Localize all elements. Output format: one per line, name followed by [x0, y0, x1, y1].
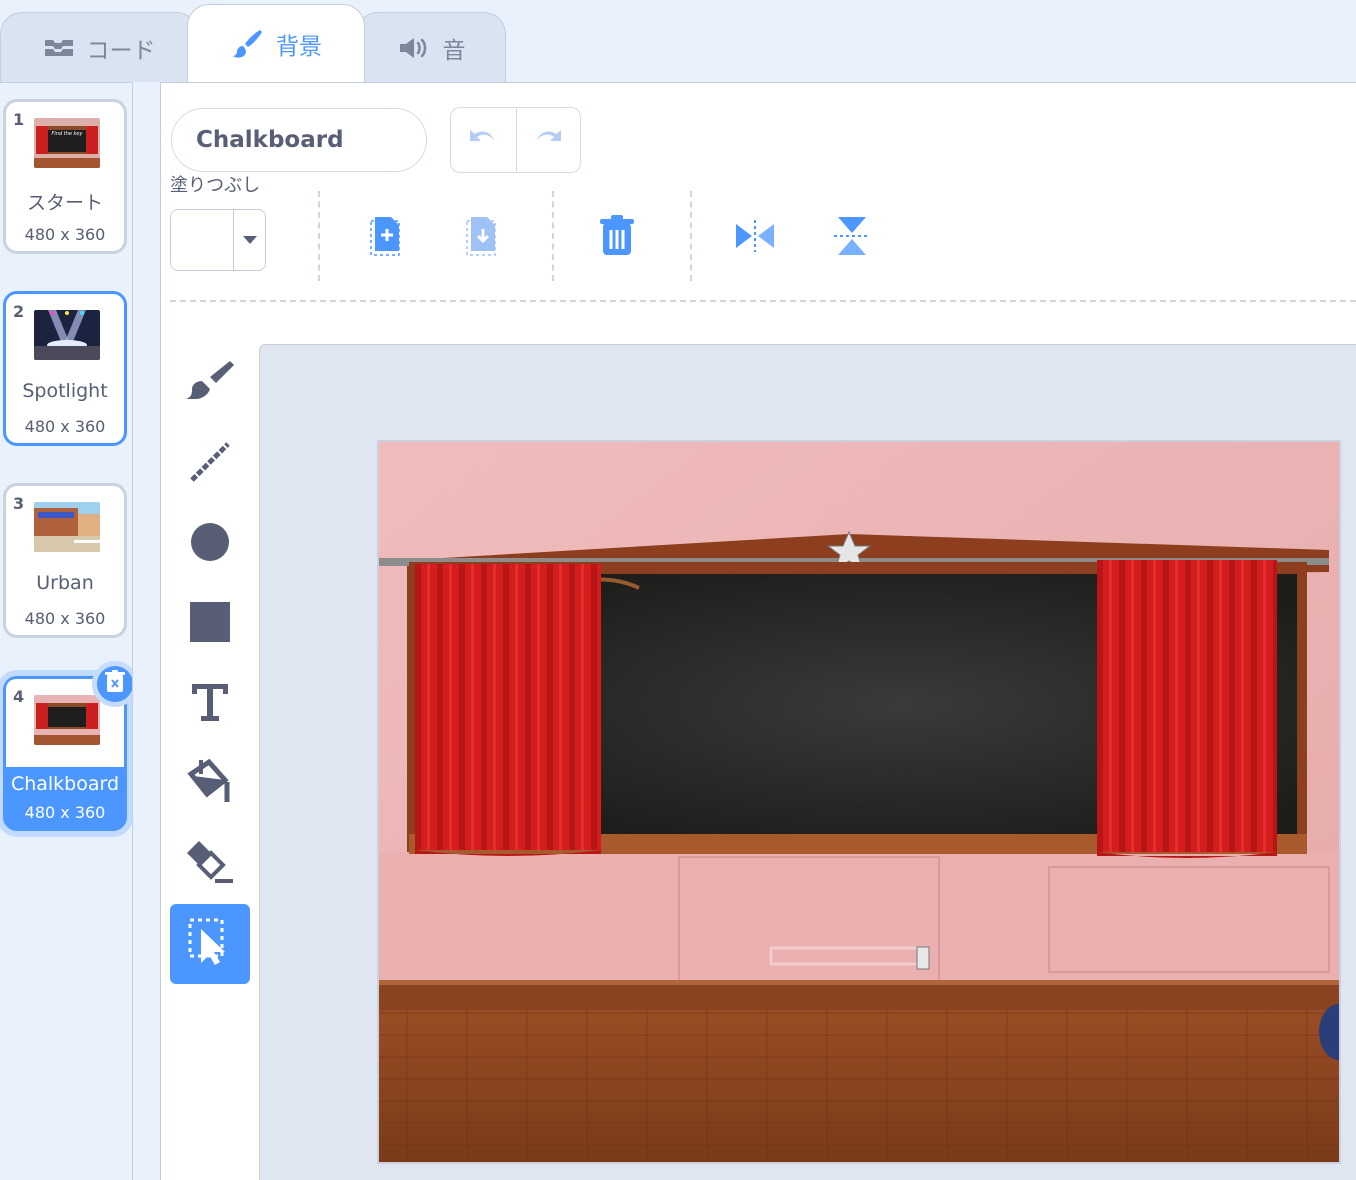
backdrop-number: 3 — [13, 494, 25, 513]
toolbar-divider — [318, 191, 320, 281]
thumbnail-caption: Find the key — [52, 131, 84, 137]
backdrop-item[interactable]: 1 Find the key スタート 480 x 360 — [3, 99, 127, 254]
select-arrow-icon — [187, 917, 233, 971]
fill-color-picker[interactable] — [170, 209, 266, 271]
text-tool[interactable] — [170, 664, 250, 744]
undo-redo-group — [450, 107, 581, 173]
backdrop-thumbnail: Find the key — [34, 118, 100, 168]
backdrop-canvas-image[interactable] — [377, 440, 1341, 1164]
backdrop-size: 480 x 360 — [24, 417, 106, 436]
rectangle-icon — [190, 602, 230, 646]
paint-editor: 塗りつぶし — [161, 82, 1356, 1180]
line-icon — [189, 441, 231, 487]
trash-icon — [104, 670, 126, 698]
tab-sounds[interactable]: 音 — [356, 12, 506, 82]
text-icon — [190, 682, 230, 726]
backdrop-item[interactable]: 3 Urban 480 x 360 — [3, 483, 127, 638]
redo-button[interactable] — [515, 108, 581, 172]
brush-icon — [184, 359, 236, 411]
flip-horizontal-button[interactable] — [730, 213, 780, 263]
speaker-icon — [397, 35, 431, 61]
code-icon — [43, 36, 75, 60]
backdrop-item[interactable]: 2 Spotlight 480 x 360 — [3, 291, 127, 446]
flip-vertical-button[interactable] — [827, 213, 877, 263]
flip-horizontal-icon — [734, 220, 776, 256]
backdrop-thumbnail — [34, 310, 100, 360]
fill-label: 塗りつぶし — [170, 175, 261, 196]
trash-icon — [599, 215, 635, 261]
fill-tool[interactable] — [170, 744, 250, 824]
paint-canvas-area[interactable] — [259, 344, 1356, 1180]
eraser-tool[interactable] — [170, 824, 250, 904]
circle-icon — [189, 521, 231, 567]
line-tool[interactable] — [170, 424, 250, 504]
brush-icon — [230, 27, 264, 61]
backdrop-number: 4 — [13, 687, 25, 706]
backdrop-number: 1 — [13, 110, 25, 129]
chevron-down-icon — [233, 210, 265, 270]
backdrop-name: Chalkboard — [10, 773, 120, 795]
redo-icon — [531, 127, 565, 153]
tab-code[interactable]: コード — [0, 12, 198, 82]
tab-backdrops[interactable]: 背景 — [187, 4, 365, 82]
select-tool[interactable] — [170, 904, 250, 984]
paste-icon — [464, 215, 500, 261]
backdrop-item-selected[interactable]: 4 Chalkboard 480 x 360 — [3, 661, 138, 831]
backdrop-list: 1 Find the key スタート 480 x 360 2 Spotligh… — [0, 82, 138, 1180]
backdrop-name: Spotlight — [22, 380, 108, 402]
delete-button[interactable] — [592, 213, 642, 263]
eraser-icon — [185, 839, 235, 889]
editor-tab-bar: コード 背景 音 — [0, 0, 1356, 82]
paste-button[interactable] — [457, 213, 507, 263]
costume-name-input[interactable] — [171, 108, 427, 172]
undo-button[interactable] — [451, 108, 516, 172]
backdrop-name: スタート — [26, 192, 103, 214]
backdrop-thumbnail — [34, 502, 100, 552]
tab-backdrops-label: 背景 — [276, 33, 322, 60]
backdrop-size: 480 x 360 — [24, 609, 106, 628]
toolbar-divider — [690, 191, 692, 281]
backdrop-size: 480 x 360 — [24, 803, 106, 822]
toolbar-divider — [552, 191, 554, 281]
backdrop-thumbnail — [34, 695, 100, 745]
circle-tool[interactable] — [170, 504, 250, 584]
copy-icon — [368, 215, 404, 261]
undo-icon — [466, 127, 500, 153]
fill-color-swatch — [171, 210, 233, 270]
backdrop-size: 480 x 360 — [24, 225, 106, 244]
brush-tool[interactable] — [170, 345, 250, 425]
flip-vertical-icon — [834, 215, 870, 261]
list-gutter — [132, 82, 161, 1180]
rectangle-tool[interactable] — [170, 584, 250, 664]
backdrop-name: Urban — [36, 572, 94, 594]
tab-code-label: コード — [86, 37, 156, 64]
paint-bucket-icon — [185, 758, 235, 810]
backdrop-number: 2 — [13, 302, 25, 321]
copy-button[interactable] — [361, 213, 411, 263]
tab-sounds-label: 音 — [442, 37, 466, 64]
toolbar-separator — [170, 300, 1356, 302]
